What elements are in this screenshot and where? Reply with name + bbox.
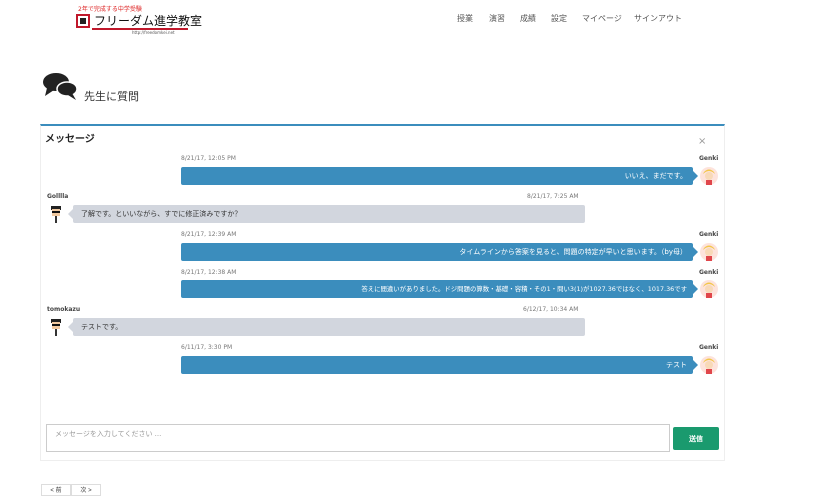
message-time: 8/21/17, 12:38 AM [181,269,237,276]
avatar-genki-icon [700,356,718,374]
nav-signout[interactable]: サインアウト [634,13,682,24]
message-bubble: 答えに間違いがありました。ドジ問題の算数・基礎・容積・その1・問い3(1)が10… [181,280,693,298]
bubble-pointer [693,171,698,181]
message-bubble: いいえ、まだです。 [181,167,693,185]
prev-page-button[interactable]: < 前 [41,484,71,496]
logo-url: http://freedomkei.net [132,30,175,35]
site-header: 2年で完成する中学受験 フリーダム進学教室 http://freedomkei.… [0,0,814,40]
message-bubble: 了解です。といいながら、すでに修正済みですか？ [73,205,585,223]
next-page-button[interactable]: 次 > [71,484,101,496]
message-time: 6/12/17, 10:34 AM [523,306,579,313]
message-author: Genki [699,344,719,351]
message-author: Genki [699,231,719,238]
message-time: 8/21/17, 7:25 AM [527,193,579,200]
message-input[interactable] [46,424,670,452]
avatar-genki-icon [700,167,718,185]
nav-lessons[interactable]: 授業 [457,13,473,24]
site-logo[interactable]: 2年で完成する中学受験 フリーダム進学教室 http://freedomkei.… [76,4,202,36]
bubble-pointer [693,284,698,294]
logo-title: フリーダム進学教室 [94,14,203,28]
message-author: tomokazu [47,306,81,313]
message-time: 8/21/17, 12:39 AM [181,231,237,238]
comments-icon [43,73,78,100]
avatar-genki-icon [700,280,718,298]
avatar-teacher-icon [47,318,65,336]
message-bubble: テストです。 [73,318,585,336]
message-bubble: テスト [181,356,693,374]
page-title: 先生に質問 [84,90,139,103]
nav-settings[interactable]: 設定 [551,13,567,24]
logo-mark [76,14,90,28]
avatar-teacher-icon [47,205,65,223]
message-bubble: タイムラインから答案を見ると、問題の特定が早いと思います。（by母） [181,243,693,261]
message-author: Golllla [47,193,69,200]
message-time: 6/11/17, 3:30 PM [181,344,233,351]
message-author: Genki [699,269,719,276]
panel-title: メッセージ [45,134,95,145]
nav-exercises[interactable]: 演習 [489,13,505,24]
close-icon[interactable]: × [698,136,706,147]
message-author: Genki [699,155,719,162]
nav-grades[interactable]: 成績 [520,13,536,24]
bubble-pointer [693,360,698,370]
send-button[interactable]: 送信 [673,427,719,450]
nav-mypage[interactable]: マイページ [582,13,622,24]
avatar-genki-icon [700,243,718,261]
bubble-pointer [693,247,698,257]
message-time: 8/21/17, 12:05 PM [181,155,236,162]
